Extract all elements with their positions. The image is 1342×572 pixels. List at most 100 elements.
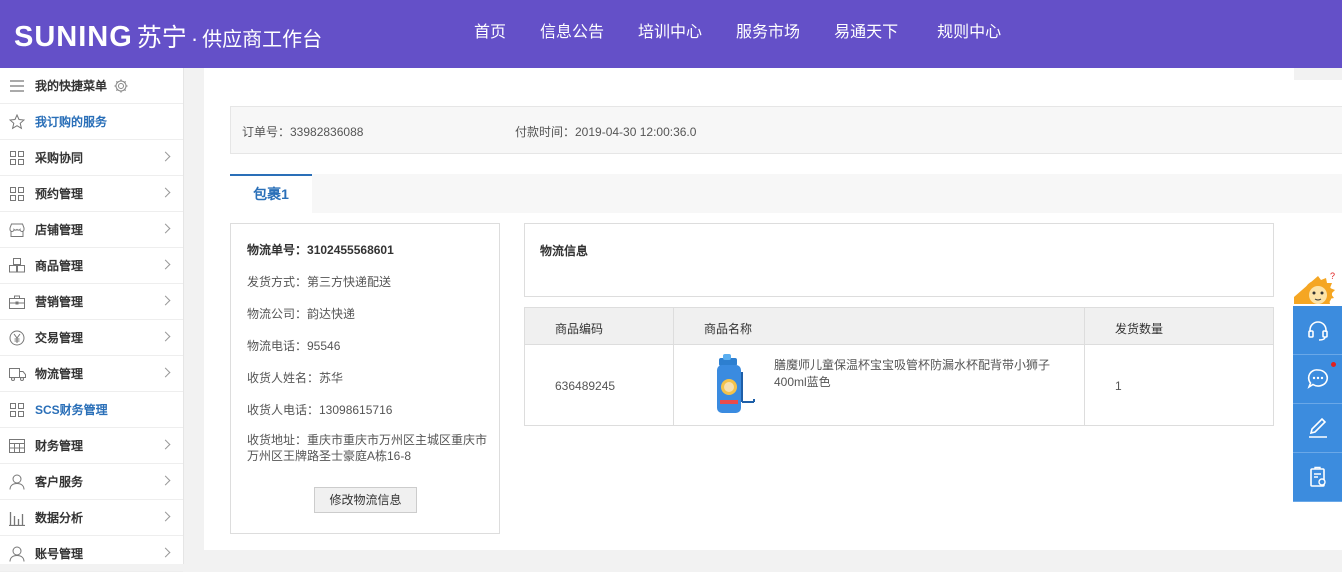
customer-service-button[interactable] <box>1293 306 1342 355</box>
nav-rules[interactable]: 规则中心 <box>937 22 1001 44</box>
store-icon <box>8 221 26 239</box>
header-ship-quantity: 发货数量 <box>1115 322 1164 336</box>
sidebar-item-label: 物流管理 <box>35 367 84 381</box>
sidebar-item-finance[interactable]: 财务管理 <box>0 428 183 464</box>
product-name[interactable]: 膳魔师儿童保温杯宝宝吸管杯防漏水杯配背带小狮子400ml蓝色 <box>774 357 1074 391</box>
sidebar-item-quick-menu[interactable]: 我的快捷菜单 <box>0 68 183 104</box>
ledger-icon <box>8 437 26 455</box>
feedback-button[interactable] <box>1293 404 1342 453</box>
briefcase-icon <box>8 293 26 311</box>
sidebar-item-marketing[interactable]: 营销管理 <box>0 284 183 320</box>
sidebar: 我的快捷菜单 我订购的服务 采购协同 预约管理 店铺管理 商品管理 营销管理 交… <box>0 68 184 572</box>
chevron-right-icon <box>160 259 171 270</box>
table-header: 商品编码 商品名称 发货数量 <box>525 308 1273 345</box>
content-top-strip <box>204 68 1294 80</box>
logo-brand: SUNING <box>14 21 133 53</box>
sidebar-item-label: 店铺管理 <box>35 223 84 237</box>
grid-icon <box>8 149 26 167</box>
receiver-phone: 收货人电话：13098615716 <box>247 403 393 417</box>
edit-logistics-button[interactable]: 修改物流信息 <box>314 487 417 513</box>
chevron-right-icon <box>160 475 171 486</box>
logistics-company: 物流公司：韵达快递 <box>247 307 356 321</box>
sidebar-item-label: 采购协同 <box>35 151 84 165</box>
product-thumbnail[interactable] <box>711 354 757 416</box>
grid-icon <box>8 185 26 203</box>
clipboard-icon <box>1309 466 1326 487</box>
payment-time: 付款时间：2019-04-30 12:00:36.0 <box>515 125 697 139</box>
chevron-right-icon <box>160 439 171 450</box>
order-summary-bar: 订单号：33982836088 付款时间：2019-04-30 12:00:36… <box>230 106 1342 154</box>
sidebar-item-label: 交易管理 <box>35 331 84 345</box>
logo-dot: · <box>190 26 199 51</box>
sidebar-item-label: 财务管理 <box>35 439 84 453</box>
chevron-right-icon <box>160 223 171 234</box>
menu-lines-icon <box>8 77 26 95</box>
sidebar-item-account[interactable]: 账号管理 <box>0 536 183 572</box>
sidebar-item-appointment[interactable]: 预约管理 <box>0 176 183 212</box>
logistics-info-title: 物流信息 <box>540 244 589 258</box>
suning-logo[interactable]: SUNING 苏宁 · 供应商工作台 <box>14 18 322 54</box>
bar-chart-icon <box>8 509 26 527</box>
sidebar-item-label: SCS财务管理 <box>35 403 108 417</box>
logo-subtitle: 供应商工作台 <box>202 29 323 51</box>
chevron-right-icon <box>160 295 171 306</box>
chat-icon <box>1306 369 1328 389</box>
notification-dot <box>1331 362 1336 367</box>
chevron-right-icon <box>160 187 171 198</box>
top-header: SUNING 苏宁 · 供应商工作台 首页 信息公告 培训中心 服务市场 易通天… <box>0 0 1342 68</box>
tracking-number-line: 物流单号：3102455568601 <box>247 241 394 258</box>
chevron-right-icon <box>160 511 171 522</box>
yen-icon <box>8 329 26 347</box>
nav-announcements[interactable]: 信息公告 <box>540 22 604 44</box>
shipping-info-panel: 物流单号：3102455568601 发货方式：第三方快递配送 物流公司：韵达快… <box>230 223 500 534</box>
star-icon <box>8 113 26 131</box>
tracking-number: 3102455568601 <box>307 243 394 257</box>
edit-icon <box>1308 417 1327 438</box>
chat-button[interactable] <box>1293 355 1342 404</box>
sidebar-item-scs-finance[interactable]: SCS财务管理 <box>0 392 183 428</box>
logistics-info-panel: 物流信息 <box>524 223 1274 297</box>
goods-table: 商品编码 商品名称 发货数量 636489245 膳魔师儿童保温杯宝宝吸管杯防漏… <box>524 307 1274 426</box>
tracking-label: 物流单号： <box>247 243 308 257</box>
sidebar-item-trade[interactable]: 交易管理 <box>0 320 183 356</box>
headset-icon <box>1307 321 1328 341</box>
sidebar-item-label: 客户服务 <box>35 475 84 489</box>
sidebar-item-label: 我的快捷菜单 <box>35 79 108 93</box>
user-icon <box>8 545 26 563</box>
task-button[interactable] <box>1293 453 1342 502</box>
boxes-icon <box>8 257 26 275</box>
logo-brand-cn: 苏宁 <box>136 24 187 52</box>
chevron-right-icon <box>160 331 171 342</box>
receiver-address: 收货地址：重庆市重庆市万州区主城区重庆市万州区王牌路圣士豪庭A栋16-8 <box>247 433 488 463</box>
sidebar-item-label: 账号管理 <box>35 547 84 561</box>
sidebar-item-label: 我订购的服务 <box>35 115 108 129</box>
nav-home[interactable]: 首页 <box>474 22 506 44</box>
ship-quantity: 1 <box>1115 379 1122 393</box>
nav-training[interactable]: 培训中心 <box>638 22 702 44</box>
svg-text:?: ? <box>1330 271 1335 281</box>
sidebar-item-data-analysis[interactable]: 数据分析 <box>0 500 183 536</box>
header-product-code: 商品编码 <box>555 322 604 336</box>
lion-mascot-icon[interactable]: ? <box>1294 270 1342 308</box>
sidebar-item-label: 数据分析 <box>35 511 84 525</box>
sidebar-item-purchase[interactable]: 采购协同 <box>0 140 183 176</box>
sidebar-item-label: 商品管理 <box>35 259 84 273</box>
column-divider <box>673 308 674 425</box>
gear-icon[interactable] <box>113 78 129 94</box>
sidebar-item-logistics[interactable]: 物流管理 <box>0 356 183 392</box>
sidebar-item-products[interactable]: 商品管理 <box>0 248 183 284</box>
sidebar-item-label: 预约管理 <box>35 187 84 201</box>
floating-toolbar <box>1293 306 1342 502</box>
truck-icon <box>8 365 26 383</box>
sidebar-item-label: 营销管理 <box>35 295 84 309</box>
sidebar-item-store[interactable]: 店铺管理 <box>0 212 183 248</box>
shipping-method: 发货方式：第三方快递配送 <box>247 275 392 289</box>
sidebar-item-customer-service[interactable]: 客户服务 <box>0 464 183 500</box>
header-product-name: 商品名称 <box>704 322 753 336</box>
nav-service-market[interactable]: 服务市场 <box>736 22 800 44</box>
package-tabs: 包裹1 <box>230 174 1342 213</box>
sidebar-item-subscribed-services[interactable]: 我订购的服务 <box>0 104 183 140</box>
chevron-right-icon <box>160 367 171 378</box>
nav-yitong[interactable]: 易通天下 <box>834 22 898 44</box>
tab-package-1[interactable]: 包裹1 <box>230 174 312 213</box>
